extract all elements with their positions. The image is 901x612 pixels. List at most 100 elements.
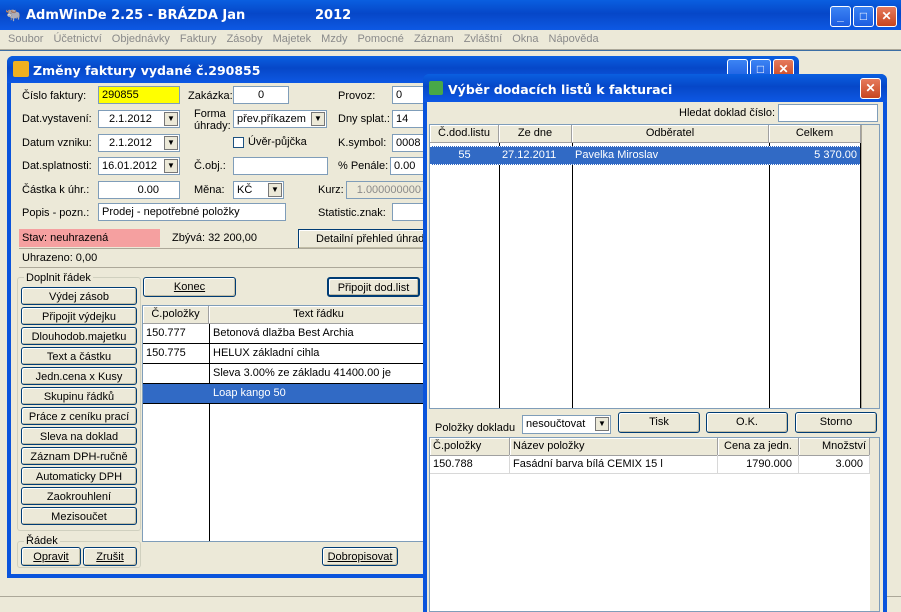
chevron-down-icon[interactable]: ▼ — [164, 159, 178, 173]
row-cislo: 150.775 — [146, 347, 186, 359]
cobj-field[interactable] — [233, 157, 328, 175]
dny-splat-field[interactable]: 14 — [392, 110, 425, 128]
menu-item-0[interactable]: Soubor — [8, 33, 43, 45]
app-title-bar[interactable]: 🐃 AdmWinDe 2.25 - BRÁZDA Jan 2012 _ □ ✕ — [0, 0, 901, 30]
chevron-down-icon[interactable]: ▼ — [268, 183, 282, 197]
minimize-button[interactable]: _ — [830, 6, 851, 27]
maximize-button[interactable]: □ — [853, 6, 874, 27]
item-cell-cislo: 150.788 — [430, 455, 510, 473]
castka-field[interactable]: 0.00 — [98, 181, 180, 199]
items-header-mnozstvi[interactable]: Množství — [799, 438, 870, 456]
doplnit-button-11[interactable]: Mezisoučet — [21, 507, 137, 525]
table-row[interactable]: 150.788 Fasádní barva bílá CEMIX 15 l 1790… — [430, 455, 870, 474]
item-cell-cena: 1790.000 — [718, 455, 799, 473]
chevron-down-icon[interactable]: ▼ — [595, 417, 609, 431]
pripojit-dodlist-button[interactable]: Připojit dod.list — [327, 277, 420, 297]
items-header-cislo[interactable]: Č.položky — [430, 438, 510, 456]
table-row[interactable]: 55 27.12.2011 Pavelka Miroslav 5 370.00 — [430, 146, 860, 165]
forma-uhrady-select[interactable]: přev.příkazem ▼ — [233, 110, 327, 128]
castka-label: Částka k úhr.: — [22, 184, 90, 196]
doplnit-button-4[interactable]: Jedn.cena x Kusy — [21, 367, 137, 385]
cislo-field[interactable]: 290855 — [98, 86, 180, 104]
grid-header-cislo[interactable]: Č.položky — [143, 306, 209, 324]
doplnit-button-0[interactable]: Výdej zásob — [21, 287, 137, 305]
invoice-title: Změny faktury vydané č.290855 — [33, 63, 261, 78]
items-header-nazev[interactable]: Název položky — [510, 438, 718, 456]
doplnit-button-8[interactable]: Záznam DPH-ručně — [21, 447, 137, 465]
dl-scrollbar[interactable] — [861, 125, 879, 408]
zakazka-field[interactable]: 0 — [233, 86, 289, 104]
grid-divider — [769, 143, 770, 408]
table-row[interactable]: 150.775 HELUX základní cihla — [143, 344, 427, 364]
doplnit-button-5[interactable]: Skupinu řádků — [21, 387, 137, 405]
opravit-button[interactable]: Opravit — [21, 547, 81, 566]
dat-vystaveni-field[interactable]: 2.1.2012 ▼ — [98, 110, 180, 128]
menu-item-1[interactable]: Účetnictví — [53, 33, 101, 45]
provoz-field[interactable]: 0 — [392, 86, 425, 104]
detail-uhrad-button[interactable]: Detailní přehled úhrad — [298, 229, 426, 249]
cobj-label: Č.obj.: — [194, 160, 226, 172]
tisk-button[interactable]: Tisk — [618, 412, 700, 433]
penale-field[interactable]: 0.00 — [390, 157, 425, 175]
menu-item-10[interactable]: Okna — [512, 33, 538, 45]
chevron-down-icon[interactable]: ▼ — [311, 112, 325, 126]
statistic-field[interactable] — [392, 203, 425, 221]
dialog-title-bar[interactable]: Výběr dodacích listů k fakturaci ✕ — [423, 74, 887, 102]
items-grid[interactable]: Č.položky Název položky Cena za jedn. Mn… — [429, 437, 880, 612]
uver-pujcka-checkbox[interactable]: Úvěr-půjčka — [233, 135, 307, 149]
menu-item-2[interactable]: Objednávky — [112, 33, 170, 45]
ksymbol-field[interactable]: 0008 — [392, 134, 425, 152]
dl-cell-cislo: 55 — [458, 149, 471, 161]
doplnit-button-2[interactable]: Dlouhodob.majetku — [21, 327, 137, 345]
menu-item-3[interactable]: Faktury — [180, 33, 217, 45]
dl-header-odberatel[interactable]: Odběratel — [572, 125, 769, 143]
menu-item-11[interactable]: Nápověda — [549, 33, 599, 45]
dat-splatnosti-field[interactable]: 16.01.2012 ▼ — [98, 157, 180, 175]
dobropisovat-button[interactable]: Dobropisovat — [322, 547, 398, 566]
ok-button[interactable]: O.K. — [706, 412, 788, 433]
grid-header-text[interactable]: Text řádku — [209, 306, 427, 324]
popis-field[interactable]: Prodej - nepotřebné položky — [98, 203, 286, 221]
doplnit-button-9[interactable]: Automaticky DPH — [21, 467, 137, 485]
delivery-notes-grid[interactable]: Č.dod.listu Ze dne Odběratel Celkem 55 27… — [429, 124, 880, 409]
items-header-cena[interactable]: Cena za jedn. — [718, 438, 799, 456]
popis-label: Popis - pozn.: — [22, 207, 90, 219]
items-scrollbar[interactable] — [870, 438, 879, 611]
menu-item-8[interactable]: Záznam — [414, 33, 454, 45]
hledat-field[interactable] — [778, 104, 878, 122]
doplnit-button-1[interactable]: Připojit výdejku — [21, 307, 137, 325]
chevron-down-icon[interactable]: ▼ — [164, 136, 178, 150]
uver-label: Úvěr-půjčka — [248, 136, 307, 148]
close-button[interactable]: ✕ — [876, 6, 897, 27]
polozky-select[interactable]: nesoučtovat ▼ — [522, 415, 611, 434]
table-row[interactable]: 150.777 Betonová dlažba Best Archia — [143, 324, 427, 344]
dl-header-cislo[interactable]: Č.dod.listu — [430, 125, 499, 143]
dl-header-celkem[interactable]: Celkem — [769, 125, 861, 143]
statistic-label: Statistic.znak: — [318, 207, 386, 219]
doplnit-button-10[interactable]: Zaokrouhlení — [21, 487, 137, 505]
grid-divider — [499, 143, 500, 408]
dat-vystaveni-label: Dat.vystavení: — [22, 113, 92, 125]
kurz-field[interactable]: 1.000000000 — [346, 181, 425, 199]
menu-item-7[interactable]: Pomocné — [357, 33, 403, 45]
checkbox-icon[interactable] — [233, 136, 244, 148]
dialog-close-button[interactable]: ✕ — [860, 78, 881, 99]
konec-button[interactable]: Konec — [143, 277, 236, 297]
zrusit-button[interactable]: Zrušit — [83, 547, 137, 566]
dl-header-datum[interactable]: Ze dne — [499, 125, 572, 143]
chevron-down-icon[interactable]: ▼ — [164, 112, 178, 126]
doplnit-button-7[interactable]: Sleva na doklad — [21, 427, 137, 445]
menu-item-6[interactable]: Mzdy — [321, 33, 347, 45]
invoice-grid[interactable]: Č.položky Text řádku 150.777 Betonová dla… — [142, 305, 428, 542]
table-row[interactable]: Loap kango 50 — [143, 384, 427, 404]
kurz-label: Kurz: — [318, 184, 344, 196]
menu-item-9[interactable]: Zvláštní — [464, 33, 503, 45]
doplnit-button-6[interactable]: Práce z ceníku prací — [21, 407, 137, 425]
mena-select[interactable]: KČ ▼ — [233, 181, 284, 199]
datum-vzniku-field[interactable]: 2.1.2012 ▼ — [98, 134, 180, 152]
doplnit-button-3[interactable]: Text a částku — [21, 347, 137, 365]
table-row[interactable]: Sleva 3.00% ze základu 41400.00 je — [143, 364, 427, 384]
menu-item-4[interactable]: Zásoby — [227, 33, 263, 45]
storno-button[interactable]: Storno — [795, 412, 877, 433]
menu-item-5[interactable]: Majetek — [273, 33, 312, 45]
